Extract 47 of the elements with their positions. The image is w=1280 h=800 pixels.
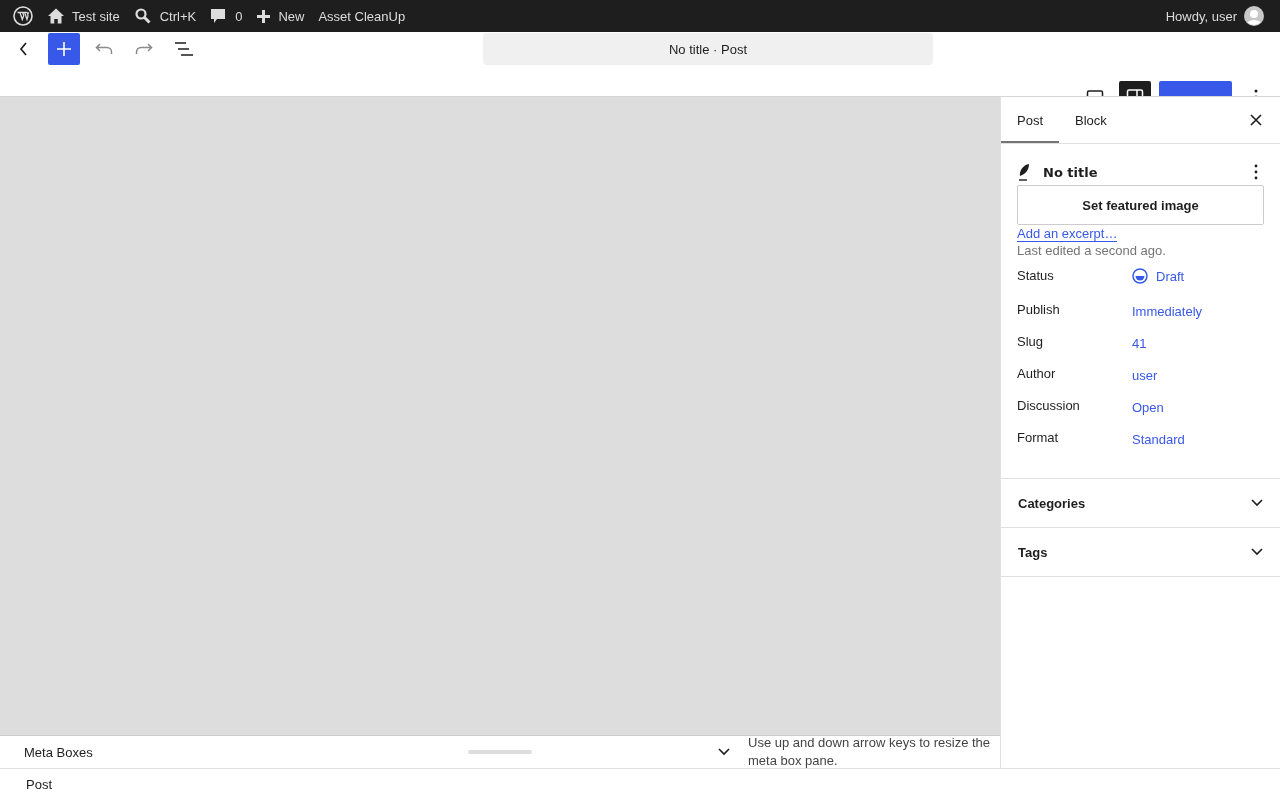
last-edited-text: Last edited a second ago.: [1017, 243, 1167, 258]
post-title: No title: [1043, 164, 1099, 180]
sidebar-tab[interactable]: Post: [1001, 97, 1059, 143]
chevron-left-icon: [18, 42, 30, 56]
breadcrumb-link[interactable]: Post: [18, 773, 60, 796]
field-value-link[interactable]: 41: [1132, 336, 1147, 351]
plus-icon: [256, 8, 272, 24]
site-link[interactable]: Test site: [40, 0, 127, 32]
document-title-bar[interactable]: No title · Post: [483, 33, 933, 65]
home-icon: [47, 7, 65, 25]
asset-cleanup-link[interactable]: Asset CleanUp: [311, 0, 413, 32]
field-value-link[interactable]: Immediately: [1132, 304, 1203, 319]
feather-icon: [1017, 163, 1031, 181]
list-view-icon: [174, 42, 194, 56]
field-label: Author: [1017, 366, 1057, 381]
resize-hint-text: Use up and down arrow keys to resize the meta box pane.: [748, 734, 992, 770]
field-label: Publish: [1017, 302, 1061, 317]
field-label: Slug: [1017, 334, 1045, 349]
wordpress-logo-icon[interactable]: [13, 6, 33, 26]
add-block-button[interactable]: [48, 33, 80, 65]
field-value-link[interactable]: user: [1132, 368, 1158, 383]
options-icon: [1254, 164, 1258, 180]
collapse-button[interactable]: [718, 748, 730, 756]
search-link[interactable]: Ctrl+K: [126, 0, 204, 32]
field-label: Format: [1017, 430, 1060, 445]
draft-status-icon: [1132, 268, 1148, 284]
comments-link[interactable]: 0: [203, 0, 250, 32]
excerpt-link[interactable]: Add an excerpt…: [1017, 226, 1118, 242]
field-value-link[interactable]: Standard: [1132, 432, 1185, 447]
set-featured-image-button[interactable]: Set featured image: [1017, 185, 1264, 225]
chevron-down-icon: [718, 748, 730, 756]
field-label: Status: [1017, 268, 1055, 283]
meta-boxes-title: Meta Boxes: [23, 744, 94, 760]
undo-icon: [95, 43, 113, 55]
redo-icon: [135, 43, 153, 55]
comment-icon: [210, 7, 227, 25]
resize-handle[interactable]: [468, 750, 532, 754]
account-link[interactable]: Howdy, user: [1158, 0, 1271, 32]
close-icon: [1250, 114, 1262, 126]
plus-icon: [56, 41, 72, 57]
avatar-icon: [1244, 6, 1264, 26]
sidebar-tab[interactable]: Block: [1059, 97, 1123, 143]
search-icon: [133, 7, 152, 25]
new-link[interactable]: New: [249, 0, 312, 32]
field-value-link[interactable]: Open: [1132, 400, 1164, 415]
field-value-link[interactable]: Draft: [1132, 268, 1185, 284]
field-label: Discussion: [1017, 398, 1081, 413]
